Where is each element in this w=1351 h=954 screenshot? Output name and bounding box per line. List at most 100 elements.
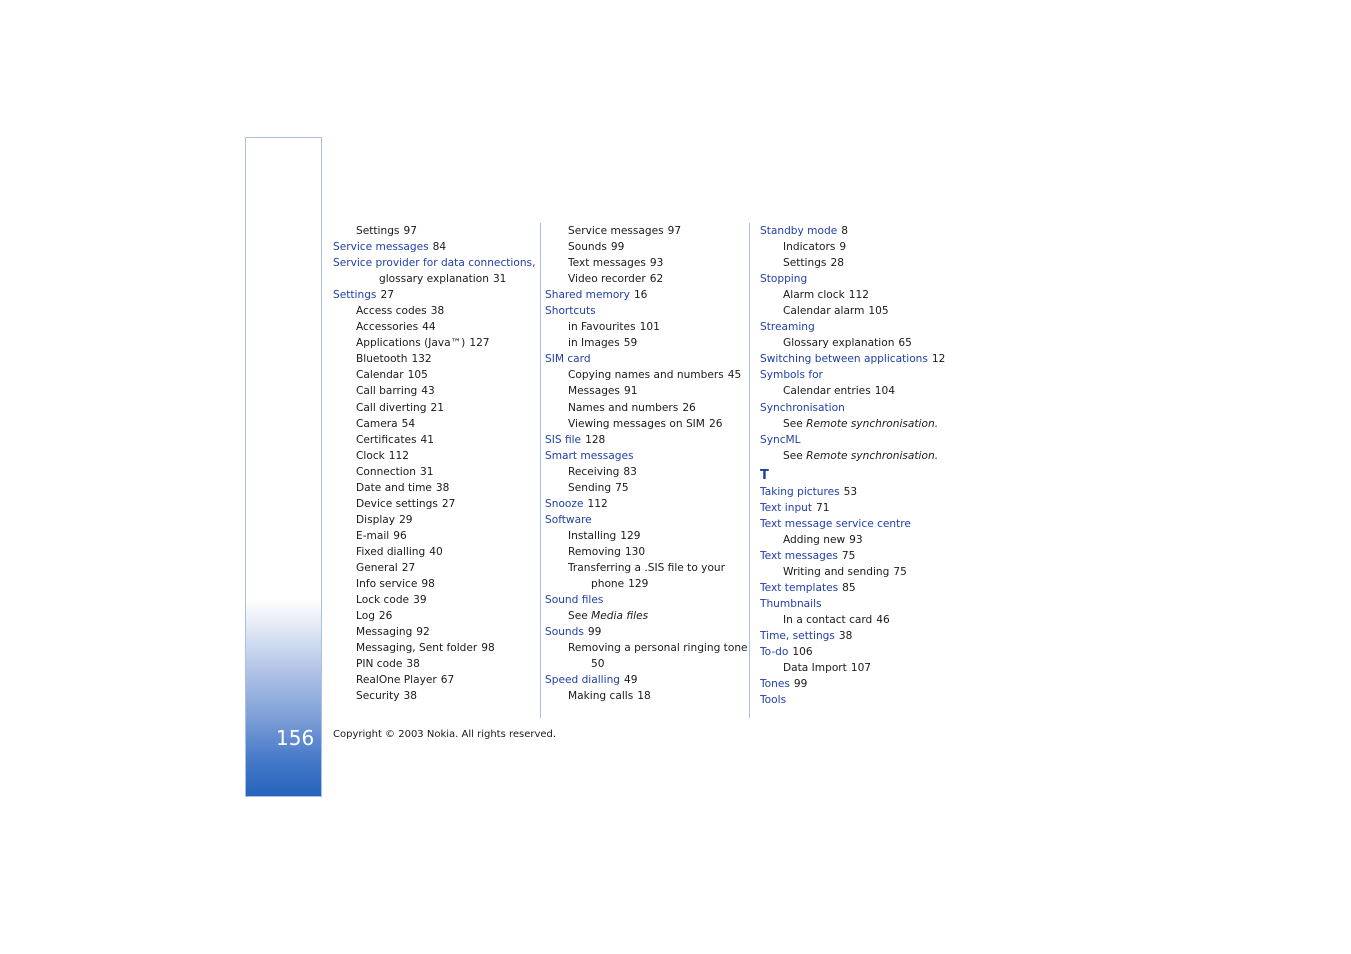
page-reference: 130 (624, 545, 646, 558)
see-target[interactable]: Remote synchronisation. (806, 418, 938, 430)
page-reference: 93 (649, 257, 664, 270)
index-entry[interactable]: SyncML (760, 432, 965, 448)
index-subentry: Glossary explanation 65 (760, 335, 965, 351)
index-entry[interactable]: Smart messages (545, 448, 750, 464)
index-entry[interactable]: Taking pictures 53 (760, 484, 965, 500)
index-entry[interactable]: Snooze 112 (545, 496, 750, 512)
index-entry[interactable]: SIM card (545, 351, 750, 367)
index-entry[interactable]: Text messages 75 (760, 548, 965, 564)
entry-label[interactable]: Tones (760, 678, 790, 690)
page-reference: 129 (628, 578, 649, 591)
entry-label: Connection (356, 465, 416, 478)
index-entry[interactable]: Settings 27 (333, 287, 538, 303)
index-entry[interactable]: Sounds 99 (545, 624, 750, 640)
page-reference: 98 (421, 578, 435, 591)
entry-label[interactable]: Standby mode (760, 225, 837, 237)
entry-label[interactable]: Smart messages (545, 450, 634, 462)
entry-label[interactable]: Streaming (760, 321, 815, 333)
page-reference: 67 (440, 674, 455, 687)
index-subentry: Messaging 92 (333, 624, 538, 640)
index-entry[interactable]: Service messages 84 (333, 239, 538, 255)
index-subentry: General 27 (333, 560, 538, 576)
index-entry[interactable]: Stopping (760, 271, 965, 287)
entry-label[interactable]: Switching between applications (760, 353, 928, 365)
entry-label[interactable]: Text message service centre (760, 518, 911, 530)
entry-label: Service messages (568, 225, 664, 237)
entry-label[interactable]: Text templates (760, 582, 838, 594)
index-entry[interactable]: Synchronisation (760, 400, 965, 416)
index-entry[interactable]: Shortcuts (545, 303, 750, 319)
page-reference: 27 (401, 561, 416, 574)
entry-label[interactable]: Symbols for (760, 369, 823, 381)
entry-label[interactable]: Shortcuts (545, 305, 596, 317)
index-entry[interactable]: Sound files (545, 592, 750, 608)
entry-label: Names and numbers (568, 401, 679, 414)
entry-label: Access codes (356, 305, 427, 318)
entry-label[interactable]: To-do (760, 646, 788, 658)
entry-label[interactable]: Tools (760, 694, 786, 706)
entry-label[interactable]: Service messages (333, 241, 429, 253)
index-entry[interactable]: Software (545, 512, 750, 528)
index-entry[interactable]: Text message service centre (760, 516, 965, 532)
index-subentry: Clock 112 (333, 448, 538, 464)
index-entry[interactable]: SIS file 128 (545, 432, 750, 448)
entry-label: Security (356, 690, 400, 703)
entry-label: Making calls (568, 690, 634, 703)
entry-label[interactable]: SIM card (545, 353, 591, 365)
entry-label[interactable]: Speed dialling (545, 674, 620, 686)
index-entry[interactable]: Text input 71 (760, 500, 965, 516)
page-reference: 99 (610, 241, 625, 254)
index-entry[interactable]: Speed dialling 49 (545, 672, 750, 688)
entry-label[interactable]: Snooze (545, 498, 583, 510)
index-entry[interactable]: To-do 106 (760, 644, 965, 660)
page-reference: 38 (435, 481, 450, 494)
entry-label[interactable]: Sounds (545, 626, 584, 638)
index-subentry: Certificates 41 (333, 432, 538, 448)
entry-label: Fixed dialling (356, 545, 426, 558)
index-entry[interactable]: Text templates 85 (760, 580, 965, 596)
entry-label[interactable]: SIS file (545, 434, 581, 446)
page-reference: 53 (843, 485, 858, 498)
index-entry[interactable]: Thumbnails (760, 596, 965, 612)
index-see-reference: See Remote synchronisation. (760, 416, 965, 432)
entry-label[interactable]: Shared memory (545, 289, 630, 301)
entry-label[interactable]: SyncML (760, 434, 801, 446)
page-reference: 49 (624, 674, 638, 687)
entry-label[interactable]: Software (545, 514, 592, 526)
index-entry[interactable]: Service provider for data connections, (333, 255, 538, 271)
index-subentry: Calendar entries 104 (760, 383, 965, 399)
entry-label: Date and time (356, 481, 432, 494)
index-entry[interactable]: Symbols for (760, 367, 965, 383)
index-subentry: Sounds 99 (545, 239, 750, 255)
entry-label: In a contact card (783, 614, 873, 627)
entry-label[interactable]: Thumbnails (760, 598, 822, 610)
entry-label[interactable]: Stopping (760, 273, 807, 285)
entry-label[interactable]: Text input (760, 502, 812, 514)
index-entry[interactable]: Switching between applications 12 (760, 351, 965, 367)
entry-label[interactable]: Synchronisation (760, 402, 845, 414)
see-target[interactable]: Media files (591, 610, 648, 622)
entry-label[interactable]: Sound files (545, 594, 603, 606)
index-entry[interactable]: Streaming (760, 319, 965, 335)
entry-label: Removing a personal ringing tone (568, 642, 748, 655)
entry-label[interactable]: Taking pictures (760, 486, 840, 498)
page-reference: 38 (838, 630, 853, 643)
entry-label: Calendar (356, 369, 404, 382)
entry-label: phone (591, 578, 625, 591)
index-entry[interactable]: Tools (760, 692, 965, 708)
entry-label[interactable]: Settings (333, 289, 376, 301)
entry-label: Clock (356, 449, 385, 462)
page-reference: 8 (841, 225, 848, 237)
index-entry[interactable]: Standby mode 8 (760, 223, 965, 239)
page-reference: 128 (585, 433, 606, 446)
see-target[interactable]: Remote synchronisation. (806, 450, 938, 462)
index-entry[interactable]: Shared memory 16 (545, 287, 750, 303)
entry-label: Glossary explanation (783, 337, 895, 350)
entry-label[interactable]: Text messages (760, 550, 838, 562)
entry-label[interactable]: Service provider for data connections, (333, 257, 535, 269)
entry-label[interactable]: Time, settings (760, 630, 835, 642)
entry-label: Log (356, 610, 375, 623)
index-entry[interactable]: Tones 99 (760, 676, 965, 692)
entry-label: Video recorder (568, 273, 646, 286)
index-entry[interactable]: Time, settings 38 (760, 628, 965, 644)
